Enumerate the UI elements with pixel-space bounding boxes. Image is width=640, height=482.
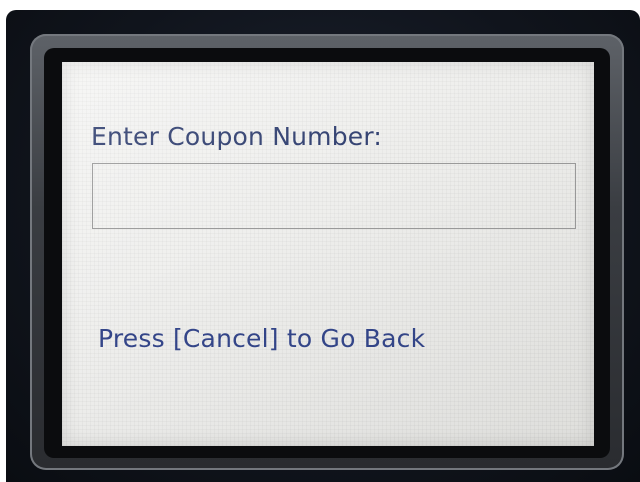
cancel-instruction-text: Press [Cancel] to Go Back xyxy=(98,324,426,353)
terminal-screen: Enter Coupon Number: Press [Cancel] to G… xyxy=(62,62,594,446)
coupon-number-input[interactable] xyxy=(92,163,576,229)
coupon-prompt-label: Enter Coupon Number: xyxy=(91,122,383,151)
terminal-photo: Enter Coupon Number: Press [Cancel] to G… xyxy=(0,0,640,482)
